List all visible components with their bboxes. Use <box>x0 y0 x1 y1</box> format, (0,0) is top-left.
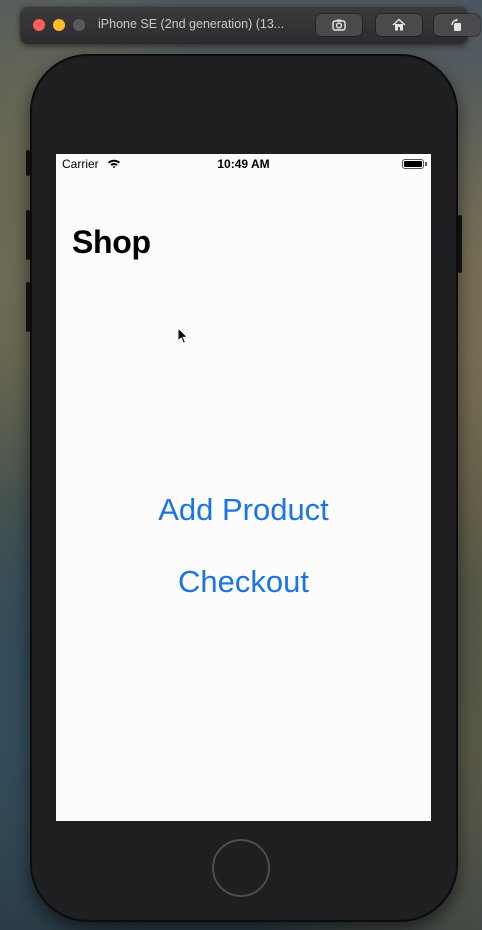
battery-level <box>404 161 422 167</box>
minimize-window-button[interactable] <box>53 19 65 31</box>
add-product-button[interactable]: Add Product <box>56 492 431 528</box>
home-button-toolbar[interactable] <box>376 14 422 36</box>
close-window-button[interactable] <box>33 19 45 31</box>
screenshot-button[interactable] <box>316 14 362 36</box>
checkout-button[interactable]: Checkout <box>56 564 431 600</box>
page-title: Shop <box>72 224 151 260</box>
mouse-cursor-icon <box>177 327 189 344</box>
power-button <box>458 215 462 273</box>
rotate-icon <box>451 18 461 31</box>
device-home-button[interactable] <box>212 839 270 897</box>
window-title: iPhone SE (2nd generation) (13... <box>98 17 285 31</box>
camera-icon <box>332 19 346 31</box>
battery-cap <box>425 162 427 166</box>
simulator-titlebar: iPhone SE (2nd generation) (13... <box>20 6 480 44</box>
rotate-button[interactable] <box>434 14 480 36</box>
status-bar: Carrier 10:49 AM <box>56 154 431 174</box>
battery-icon <box>402 159 424 169</box>
status-time: 10:49 AM <box>217 157 270 171</box>
home-icon <box>392 18 406 31</box>
device-screen: Carrier 10:49 AM Shop Add Product Checko… <box>56 154 431 821</box>
zoom-window-button[interactable] <box>73 19 85 31</box>
